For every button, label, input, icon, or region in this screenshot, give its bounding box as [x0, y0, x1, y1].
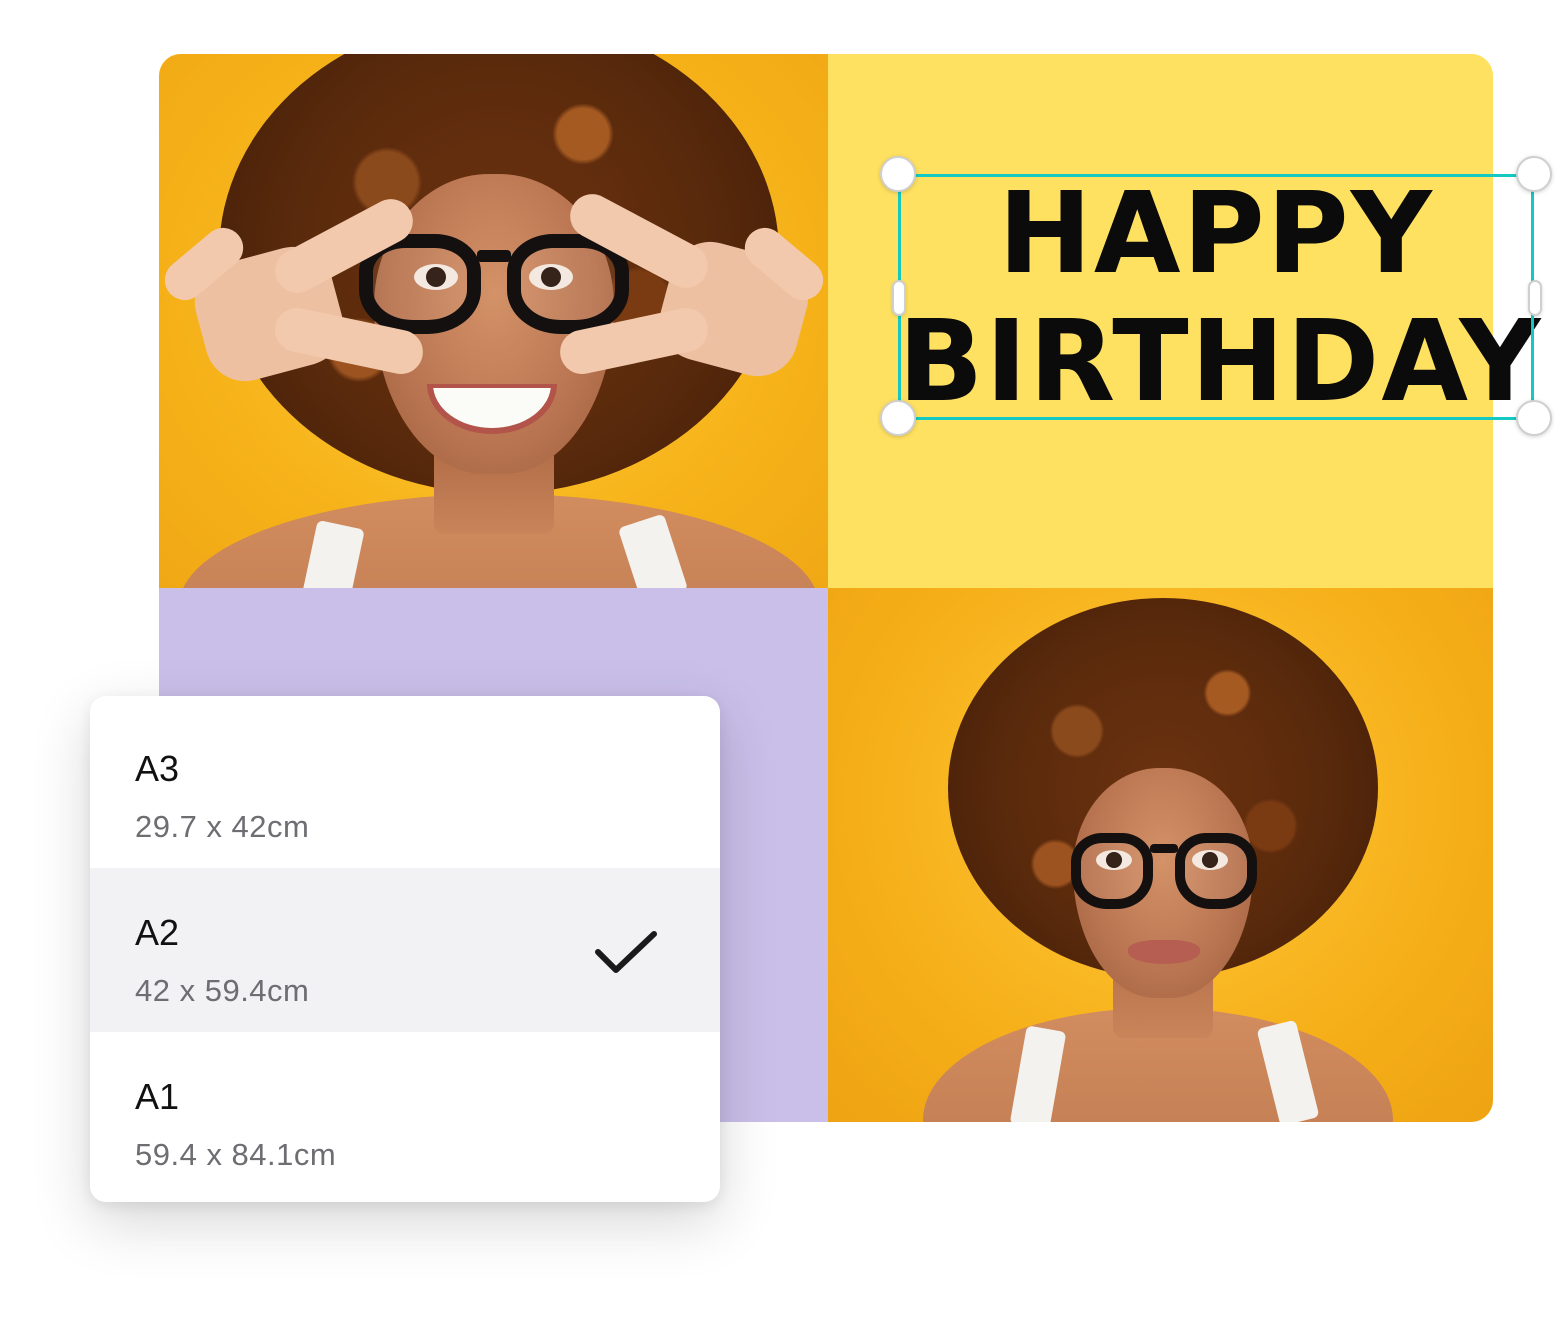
size-dropdown-menu: A3 29.7 x 42cm A2 42 x 59.4cm A1 59.4 x …	[90, 696, 720, 1202]
resize-handle-bottom-right[interactable]	[1516, 400, 1552, 436]
checkmark-icon	[595, 931, 657, 973]
photo-portrait[interactable]	[828, 588, 1493, 1122]
selection-box	[898, 174, 1534, 420]
size-option-a1[interactable]: A1 59.4 x 84.1cm	[90, 1032, 720, 1196]
resize-handle-bottom-left[interactable]	[880, 400, 916, 436]
size-option-dimensions: 59.4 x 84.1cm	[135, 1137, 337, 1172]
size-option-name: A3	[135, 748, 180, 789]
size-option-dimensions: 42 x 59.4cm	[135, 973, 310, 1008]
resize-handle-top-left[interactable]	[880, 156, 916, 192]
photo-peace-sign[interactable]	[159, 54, 828, 588]
size-option-name: A2	[135, 912, 180, 953]
size-option-a3[interactable]: A3 29.7 x 42cm	[90, 704, 720, 868]
person-illustration	[159, 54, 828, 588]
size-option-a2[interactable]: A2 42 x 59.4cm	[90, 868, 720, 1032]
person-illustration	[828, 588, 1493, 1122]
size-option-dimensions: 29.7 x 42cm	[135, 809, 310, 844]
resize-handle-right[interactable]	[1528, 280, 1542, 316]
size-option-name: A1	[135, 1076, 180, 1117]
resize-handle-top-right[interactable]	[1516, 156, 1552, 192]
resize-handle-left[interactable]	[892, 280, 906, 316]
